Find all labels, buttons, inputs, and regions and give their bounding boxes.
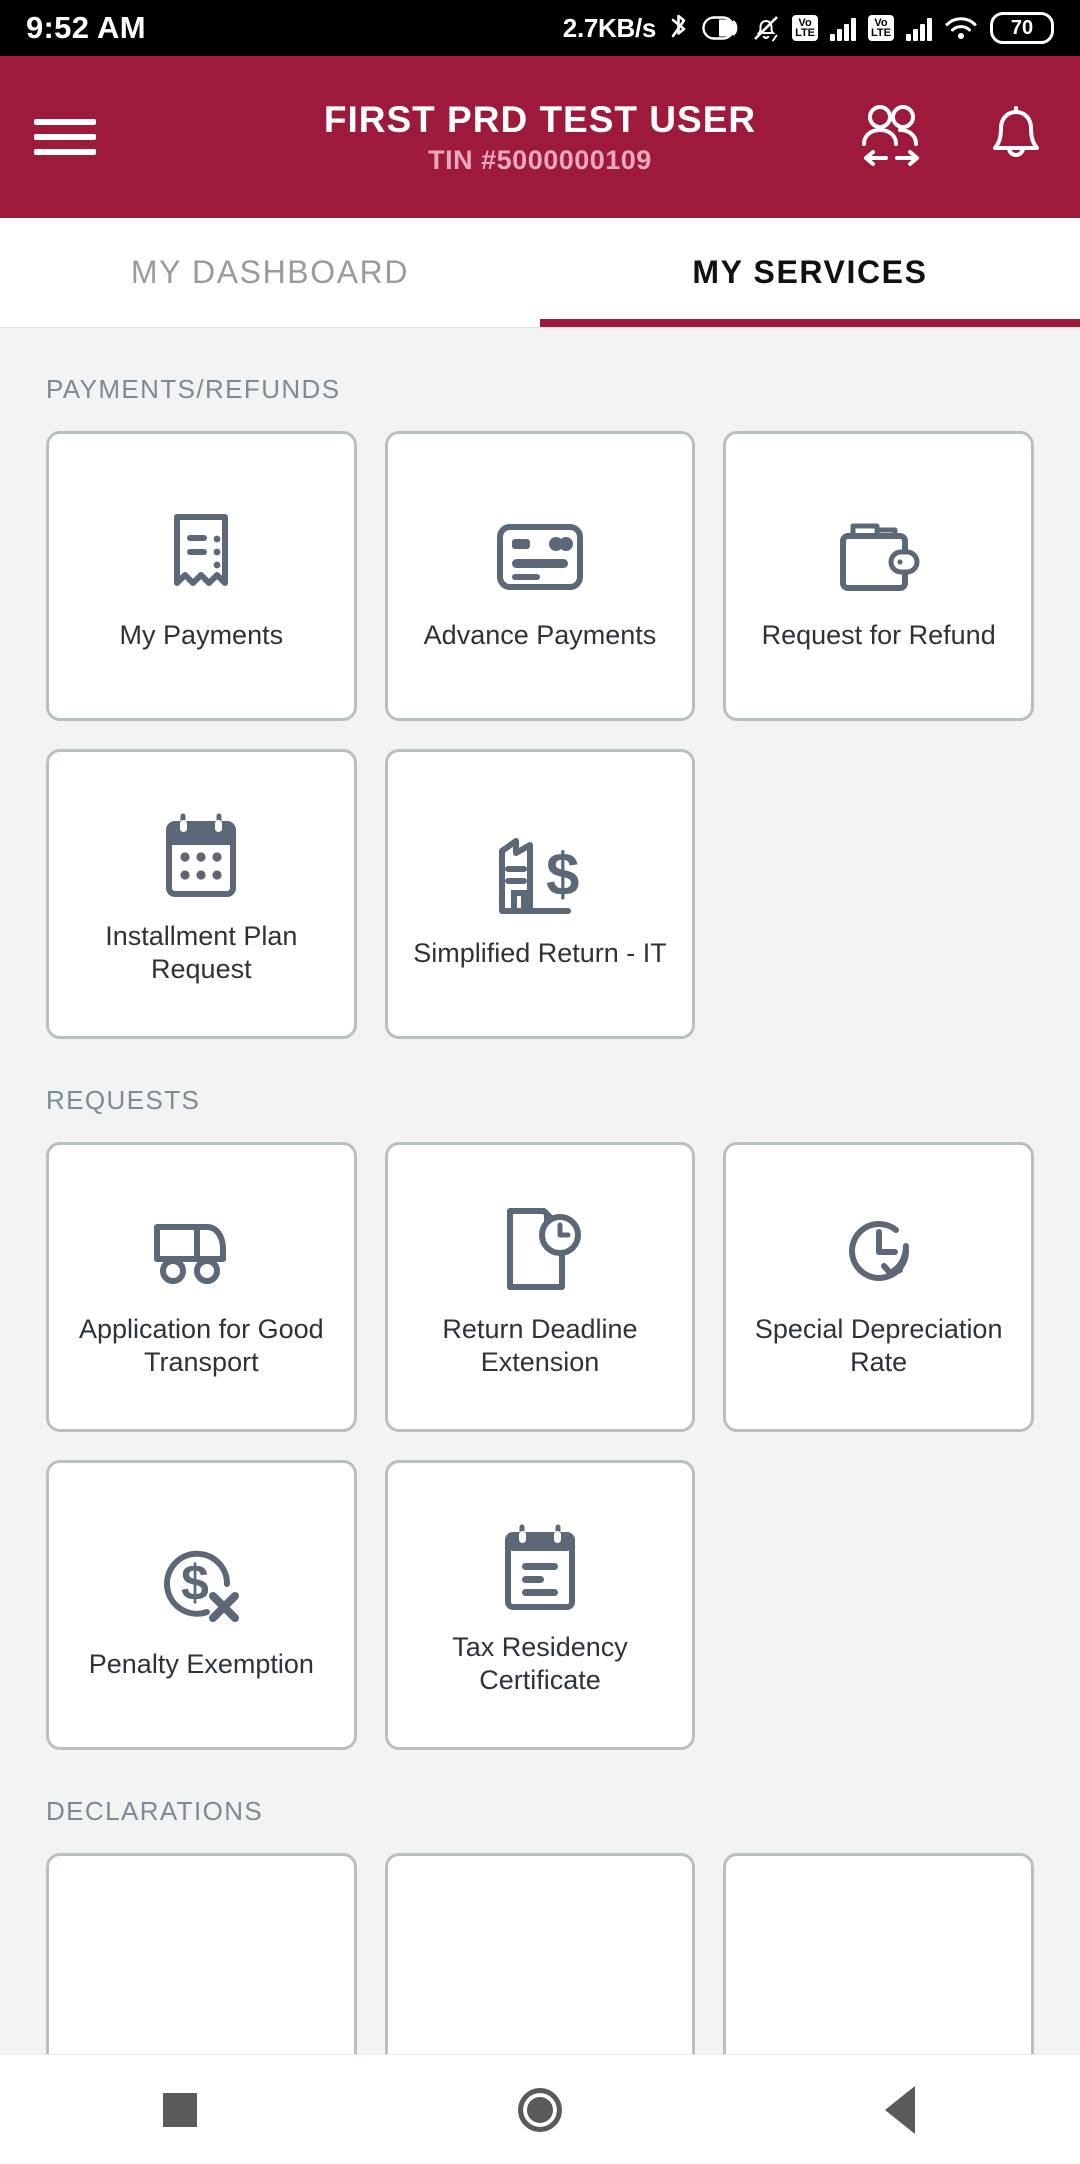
calendar-dots-icon (155, 802, 247, 914)
status-bar: 9:52 AM 2.7KB/s Vo LTE Vo LTE 70 (0, 0, 1080, 56)
android-navigation-bar (0, 2054, 1080, 2164)
svg-text:$: $ (546, 841, 579, 908)
service-card-simplified-return-it[interactable]: $ Simplified Return - IT (384, 749, 696, 1039)
service-card-return-deadline-extension[interactable]: Return Deadline Extension (384, 1142, 696, 1432)
service-card-my-payments[interactable]: My Payments (46, 431, 357, 721)
square-icon (163, 2092, 197, 2127)
credit-card-icon (490, 501, 590, 613)
volte-icon: Vo LTE (792, 15, 819, 41)
service-card-label: Penalty Exemption (88, 1648, 314, 1679)
service-card-declaration-1[interactable] (46, 1853, 357, 2054)
data-saver-icon (702, 15, 740, 41)
service-card-label: Return Deadline Extension (442, 1314, 638, 1377)
status-clock: 9:52 AM (26, 10, 146, 45)
section-title-payments: PAYMENTS/REFUNDS (46, 374, 341, 404)
header-actions (856, 104, 1046, 170)
service-card-label: Special Depreciation Rate (754, 1314, 1003, 1377)
section-title-requests: REQUESTS (46, 1085, 201, 1115)
switch-user-icon[interactable] (856, 104, 928, 170)
hamburger-menu-icon[interactable] (34, 119, 96, 155)
triangle-left-icon (885, 2085, 915, 2134)
bell-icon[interactable] (986, 104, 1046, 170)
service-card-label: Installment Plan Request (105, 921, 298, 984)
clock-rotate-icon (830, 1195, 928, 1307)
volte-icon: Vo LTE (868, 15, 894, 41)
truck-icon (147, 1195, 255, 1307)
service-card-application-for-good-transport[interactable]: Application for Good Transport (46, 1142, 357, 1432)
tab-my-services[interactable]: MY SERVICES (540, 218, 1080, 327)
circle-icon (518, 2087, 562, 2132)
mute-icon (752, 13, 780, 43)
service-card-label: Advance Payments (423, 619, 657, 650)
home-button[interactable] (450, 2087, 630, 2132)
tab-bar: MY DASHBOARD MY SERVICES (0, 218, 1080, 328)
svg-text:$: $ (181, 1555, 209, 1611)
service-card-label: Tax Residency Certificate (452, 1632, 628, 1695)
service-card-label: My Payments (119, 619, 284, 650)
section-grid-requests: Application for Good Transport Return De… (0, 1142, 1080, 1750)
network-speed-text: 2.7KB/s (562, 12, 657, 43)
service-card-request-for-refund[interactable]: Request for Refund (723, 431, 1034, 721)
building-dollar-icon: $ (490, 819, 590, 931)
service-card-installment-plan-request[interactable]: Installment Plan Request (46, 749, 357, 1039)
dollar-cancel-icon: $ (151, 1530, 251, 1642)
service-card-special-depreciation-rate[interactable]: Special Depreciation Rate (723, 1142, 1034, 1432)
wallet-icon (829, 501, 929, 613)
signal-icon (906, 15, 932, 41)
recents-button[interactable] (90, 2092, 270, 2127)
section-grid-payments: My Payments Advance Payments Request for… (0, 431, 1080, 1039)
service-card-declaration-2[interactable] (384, 1853, 696, 2054)
section-title-declarations: DECLARATIONS (46, 1796, 264, 1826)
section-grid-declarations (0, 1853, 1080, 2054)
clipboard-lines-icon (496, 1513, 584, 1625)
service-card-label: Request for Refund (761, 619, 996, 650)
service-card-declaration-3[interactable] (723, 1853, 1034, 2054)
back-button[interactable] (810, 2085, 990, 2134)
receipt-icon (155, 501, 247, 613)
app-header: FIRST PRD TEST USER TIN #5000000109 (0, 56, 1080, 218)
tab-my-dashboard[interactable]: MY DASHBOARD (0, 218, 540, 327)
battery-icon: 70 (990, 12, 1054, 44)
document-clock-icon (492, 1195, 588, 1307)
services-content[interactable]: PAYMENTS/REFUNDS My Payments Advance Pay… (0, 328, 1080, 2054)
wifi-icon (944, 15, 978, 41)
bluetooth-icon (668, 13, 690, 43)
status-icons-group: 2.7KB/s Vo LTE Vo LTE 70 (563, 12, 1054, 44)
service-card-label: Simplified Return - IT (413, 937, 667, 968)
signal-icon (830, 15, 857, 41)
service-card-label: Application for Good Transport (79, 1314, 324, 1377)
service-card-advance-payments[interactable]: Advance Payments (384, 431, 696, 721)
tab-indicator (540, 319, 1080, 327)
service-card-tax-residency-certificate[interactable]: Tax Residency Certificate (384, 1460, 696, 1750)
service-card-penalty-exemption[interactable]: $ Penalty Exemption (46, 1460, 357, 1750)
